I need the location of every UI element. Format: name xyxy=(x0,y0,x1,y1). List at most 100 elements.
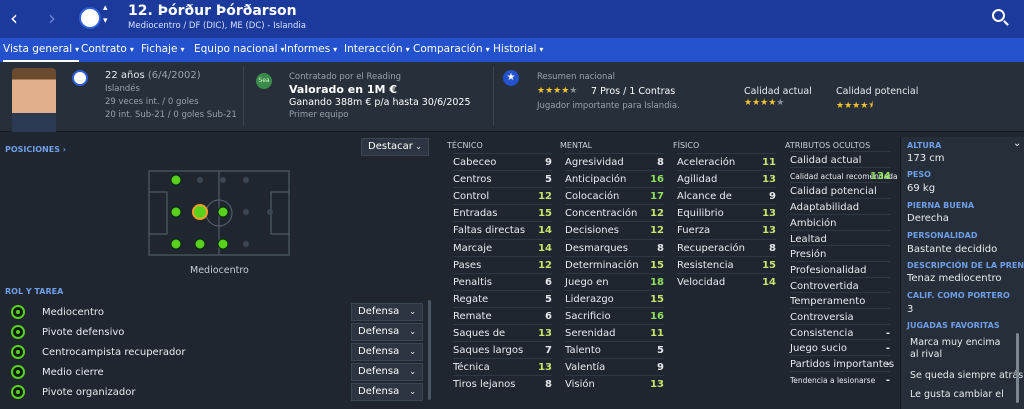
role-name: Centrocampista recuperador xyxy=(42,347,186,358)
attribute-value: 8 xyxy=(545,379,552,391)
attribute-name: Técnica xyxy=(453,362,490,374)
national-description: Jugador importante para Islandia. xyxy=(537,101,680,111)
attribute-value: 9 xyxy=(769,191,776,203)
attribute-value: 14 xyxy=(538,242,552,254)
divider xyxy=(243,66,244,126)
attribute-name: Aceleración xyxy=(677,157,736,168)
tab-national-team[interactable]: Equipo nacional ▾ xyxy=(194,38,285,62)
attribute-name: Cabeceo xyxy=(453,157,497,168)
attribute-name: Penaltis xyxy=(453,276,492,288)
attribute-value: 13 xyxy=(762,208,776,220)
attribute-value: 5 xyxy=(545,174,552,186)
attribute-name: Serenidad xyxy=(565,328,616,339)
attribute-value: 12 xyxy=(538,259,552,271)
role-duty-dropdown[interactable]: Defensa ⌄ xyxy=(351,343,423,361)
role-icon xyxy=(11,385,25,399)
role-duty-dropdown[interactable]: Defensa ⌄ xyxy=(351,323,423,341)
attribute-value: 8 xyxy=(657,242,664,254)
pitch-position-label: Mediocentro xyxy=(190,265,249,276)
player-u21-caps: 20 int. Sub-21 / 0 goles Sub-21 xyxy=(105,110,237,120)
attribute-value: 17 xyxy=(650,191,664,203)
attribute-value: 8 xyxy=(657,157,664,168)
tab-contract[interactable]: Contrato ▾ xyxy=(81,38,134,62)
attribute-value: 12 xyxy=(538,191,552,203)
attribute-name: Sacrificio xyxy=(565,310,611,322)
physical-title: FÍSICO xyxy=(673,141,700,150)
national-summary-label: Resumen nacional xyxy=(537,72,615,82)
potential-ability-stars: ★★★★⯨ xyxy=(836,101,874,111)
personality-label: PERSONALIDAD xyxy=(907,231,978,240)
gk-rating-value: 3 xyxy=(907,304,914,315)
attribute-name: Agilidad xyxy=(677,174,718,186)
player-wage: Ganando 388m € p/a hasta 30/6/2025 xyxy=(289,97,471,108)
attribute-value: 13 xyxy=(538,328,552,339)
attribute-value: 15 xyxy=(538,208,552,220)
attribute-name: Faltas directas xyxy=(453,225,526,237)
role-duty-dropdown[interactable]: Defensa ⌄ xyxy=(351,363,423,381)
attribute-name: Remate xyxy=(453,310,492,322)
collapse-chevron-icon[interactable]: ⌄ xyxy=(1013,138,1021,149)
role-name: Medio cierre xyxy=(42,367,104,378)
favourite-move: Se queda siempre atrás xyxy=(910,370,1024,381)
tab-transfer[interactable]: Fichaje ▾ xyxy=(141,38,184,62)
player-age: 22 años (6/4/2002) xyxy=(105,70,201,81)
attribute-value: 13 xyxy=(538,362,552,374)
forward-icon[interactable]: › xyxy=(48,6,56,30)
role-icon xyxy=(11,305,25,319)
position-dot-dfd xyxy=(170,206,182,218)
attribute-value: 12 xyxy=(650,225,664,237)
player-caps: 29 veces int. / 0 goles xyxy=(105,97,199,107)
attribute-name: Regate xyxy=(453,293,489,305)
attribute-name: Entradas xyxy=(453,208,498,220)
tab-history[interactable]: Historial ▾ xyxy=(493,38,543,62)
tab-comparison[interactable]: Comparación ▾ xyxy=(413,38,490,62)
weight-label: PESO xyxy=(907,170,931,179)
loan-status: Contratado por el Reading xyxy=(289,72,401,82)
role-duty-dropdown[interactable]: Defensa ⌄ xyxy=(351,383,423,401)
attribute-name: Centros xyxy=(453,174,492,186)
tab-interaction[interactable]: Interacción ▾ xyxy=(344,38,410,62)
attribute-name: Marcaje xyxy=(453,242,493,254)
attribute-value: 14 xyxy=(762,276,776,288)
back-icon[interactable]: ‹ xyxy=(10,6,18,30)
national-star-icon: ★ xyxy=(503,70,519,86)
positions-title[interactable]: POSICIONES › xyxy=(5,145,66,154)
role-duty-dropdown[interactable]: Defensa ⌄ xyxy=(351,303,423,321)
chevron-up-icon[interactable]: ▴ xyxy=(103,3,108,13)
attribute-value: 6 xyxy=(545,310,552,322)
attribute-value: 9 xyxy=(545,157,552,168)
gk-rating-label: CALIF. COMO PORTERO xyxy=(907,291,1010,300)
attribute-value: 11 xyxy=(650,328,664,339)
role-name: Mediocentro xyxy=(42,307,104,318)
attribute-value: 5 xyxy=(657,345,664,357)
player-name: 12. Þórður Þórðarson xyxy=(128,3,297,19)
current-ability-stars: ★★★★★ xyxy=(744,98,785,108)
attribute-name: Determinación xyxy=(565,259,639,271)
attribute-value: 5 xyxy=(545,293,552,305)
roles-scrollbar[interactable] xyxy=(428,300,431,400)
attribute-name: Velocidad xyxy=(677,276,726,288)
tab-overview[interactable]: Vista general ▾ xyxy=(3,38,80,62)
attribute-name: Recuperación xyxy=(677,242,745,254)
attribute-name: Alcance de xyxy=(677,191,732,203)
attribute-value: 7 xyxy=(545,345,552,357)
attribute-name: Visión xyxy=(565,379,595,391)
info-scrollbar[interactable] xyxy=(1016,333,1019,403)
attribute-value: 16 xyxy=(650,174,664,186)
highlight-dropdown[interactable]: Destacar ⌄ xyxy=(361,138,429,156)
attribute-value: 13 xyxy=(650,379,664,391)
tab-reports[interactable]: Informes ▾ xyxy=(284,38,337,62)
current-ability-label: Calidad actual xyxy=(744,86,812,97)
favourite-move: Le gusta cambiar el xyxy=(910,389,1004,400)
potential-ability-label: Calidad potencial xyxy=(836,86,919,97)
player-photo xyxy=(12,68,56,132)
attribute-name: Desmarques xyxy=(565,242,628,254)
personality-value: Bastante decidido xyxy=(907,244,998,255)
attribute-name: Talento xyxy=(565,345,601,357)
chevron-down-icon[interactable]: ▾ xyxy=(103,16,108,26)
player-nationality: Islandés xyxy=(105,84,140,94)
attribute-name: Colocación xyxy=(565,191,620,203)
nation-crest-icon xyxy=(72,70,88,86)
attribute-name: Valentía xyxy=(565,362,606,374)
attribute-name: Pases xyxy=(453,259,482,271)
